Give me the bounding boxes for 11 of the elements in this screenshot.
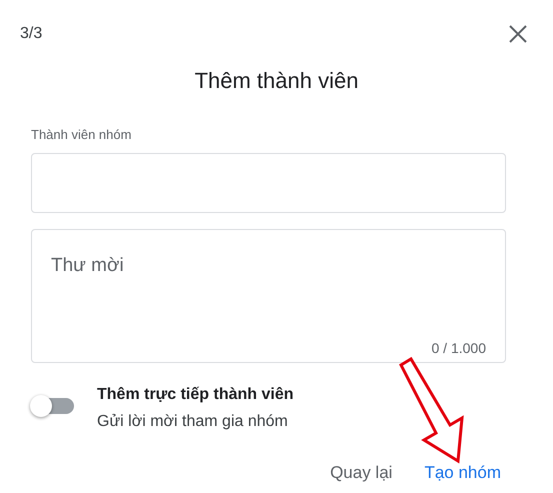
members-input-field[interactable] [31,153,506,213]
toggle-switch[interactable] [30,393,76,419]
toggle-title: Thêm trực tiếp thành viên [97,385,294,405]
close-button[interactable] [507,23,529,45]
back-button[interactable]: Quay lại [318,454,404,491]
create-group-button[interactable]: Tạo nhóm [412,454,513,491]
dialog-title: Thêm thành viên [194,67,358,95]
toggle-subtitle: Gửi lời mời tham gia nhóm [97,412,289,432]
character-counter: 0 / 1.000 [432,339,487,358]
field-label: Thành viên nhóm [31,127,132,142]
step-counter: 3/3 [20,24,42,44]
